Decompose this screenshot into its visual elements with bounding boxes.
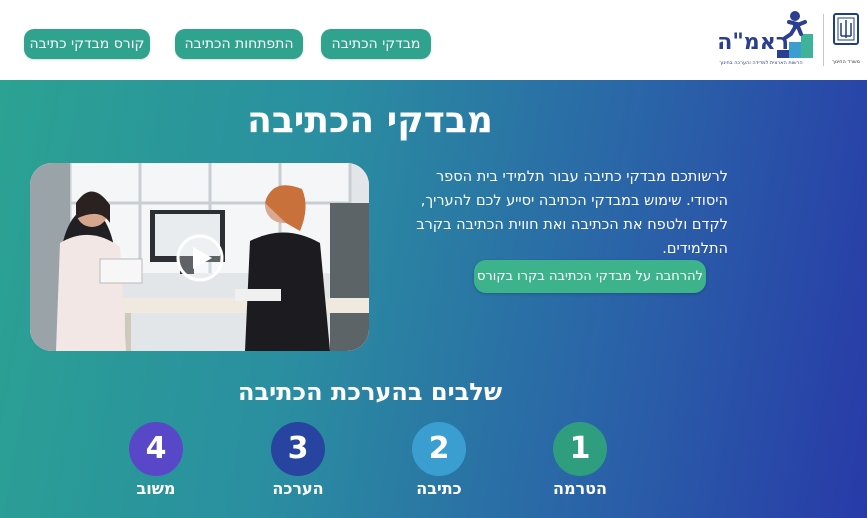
site-header: קורס מבדקי כתיבה התפתחות הכתיבה מבדקי הכ… [0, 0, 867, 80]
step-1-icon: 1 [553, 422, 607, 476]
step-1-label: הטרמה [552, 479, 608, 498]
intro-paragraph: לרשותכם מבדקי כתיבה עבור תלמידי בית הספר… [416, 169, 728, 257]
ministry-label: משרד החינוך [832, 59, 860, 65]
step-4-icon: 4 [129, 422, 183, 476]
rama-logo[interactable]: ראמ"ה הרשות הארצית למדידה והערכה בחינוך [705, 8, 820, 70]
step-4-label: משוב [136, 479, 176, 498]
page-title: מבדקי הכתיבה [247, 100, 493, 141]
step-2-icon: 2 [412, 422, 466, 476]
step-3[interactable]: 3 הערכה [248, 422, 348, 498]
rama-logo-subtitle: הרשות הארצית למדידה והערכה בחינוך [719, 60, 803, 66]
step-2-label: כתיבה [416, 479, 462, 498]
nav-course-button[interactable]: קורס מבדקי כתיבה [24, 29, 150, 59]
step-4[interactable]: 4 משוב [106, 422, 206, 498]
step-2[interactable]: 2 כתיבה [389, 422, 489, 498]
step-1[interactable]: 1 הטרמה [530, 422, 630, 498]
hero-section: מבדקי הכתיבה לרשותכם מבדקי כתיבה עבור תל… [0, 80, 867, 518]
step-3-label: הערכה [272, 479, 324, 498]
intro-video[interactable] [30, 163, 369, 351]
header-divider [823, 14, 824, 66]
steps-title: שלבים בהערכת הכתיבה [237, 378, 503, 406]
play-icon[interactable] [178, 236, 222, 280]
rama-logo-text: ראמ"ה [717, 30, 789, 55]
nav-writing-development-button[interactable]: התפתחות הכתיבה [175, 29, 303, 59]
step-3-icon: 3 [271, 422, 325, 476]
nav-writing-tests-button[interactable]: מבדקי הכתיבה [321, 29, 431, 59]
course-info-button[interactable]: להרחבה על מבדקי הכתיבה בקרו בקורס [474, 260, 706, 293]
